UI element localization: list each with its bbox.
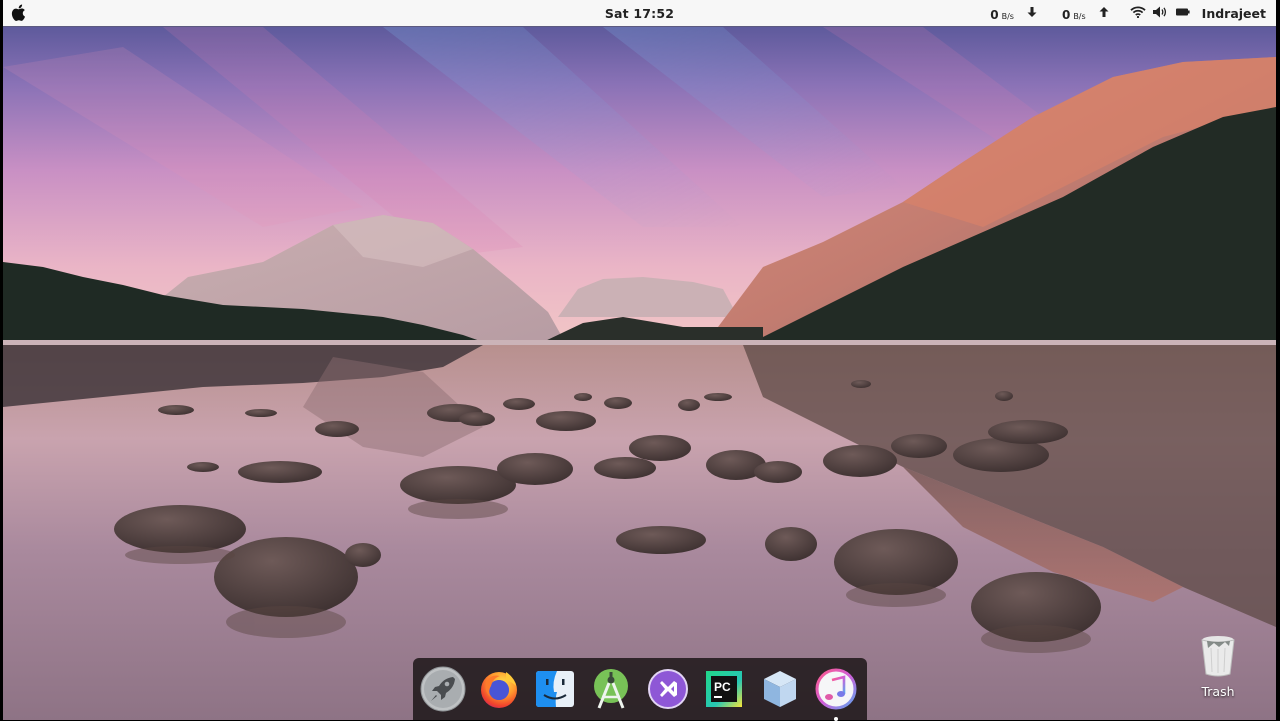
volume-button[interactable] [1152, 6, 1168, 21]
cube-icon [763, 671, 796, 707]
wifi-button[interactable] [1130, 5, 1146, 21]
dock-item-virtualbox[interactable] [757, 666, 803, 712]
upload-speed-unit: B/s [1073, 11, 1086, 21]
system-tray: 0 B/s 0 B/s Indrajeet [990, 0, 1266, 26]
download-speed-value: 0 [990, 7, 999, 22]
top-panel: Sat 17:52 0 B/s 0 B/s Indrajeet [3, 0, 1276, 27]
wifi-icon [1130, 5, 1146, 18]
dock-item-visual-studio[interactable] [645, 666, 691, 712]
download-arrow-icon [1027, 6, 1037, 17]
upload-speed[interactable]: 0 B/s [1062, 5, 1114, 22]
download-speed[interactable]: 0 B/s [990, 5, 1052, 22]
desktop-icon-trash[interactable]: Trash [1188, 634, 1248, 699]
trash-icon [1201, 636, 1235, 677]
dock-item-android-studio[interactable] [588, 666, 634, 712]
upload-arrow-icon [1099, 6, 1109, 17]
screen-edge-left [0, 0, 3, 720]
upload-speed-value: 0 [1061, 7, 1071, 22]
dock-item-itunes[interactable] [813, 666, 859, 721]
user-menu[interactable]: Indrajeet [1202, 6, 1266, 21]
pycharm-icon: PC [705, 671, 742, 707]
desktop-icon-label: Trash [1201, 684, 1235, 699]
volume-icon [1152, 6, 1166, 17]
visual-studio-icon [647, 669, 688, 709]
dock-item-finder[interactable] [532, 666, 578, 712]
music-icon [815, 668, 857, 710]
clock[interactable]: Sat 17:52 [605, 6, 674, 21]
running-indicator [833, 717, 838, 721]
finder-icon [536, 671, 575, 707]
dock: PC [413, 658, 867, 721]
firefox-icon [481, 672, 518, 708]
battery-button[interactable] [1175, 6, 1190, 20]
dock-item-launchpad[interactable] [420, 666, 466, 712]
battery-icon [1175, 8, 1190, 16]
android-studio-icon [594, 669, 629, 709]
desktop-wallpaper [3, 27, 1276, 720]
wallpaper-image [3, 27, 1276, 720]
rocket-icon [420, 666, 466, 712]
screen-edge-right [1276, 0, 1280, 720]
dock-item-pycharm[interactable]: PC [701, 666, 747, 712]
dock-item-firefox[interactable] [476, 666, 522, 712]
download-speed-unit: B/s [1001, 11, 1014, 21]
pycharm-icon-text: PC [714, 680, 731, 694]
